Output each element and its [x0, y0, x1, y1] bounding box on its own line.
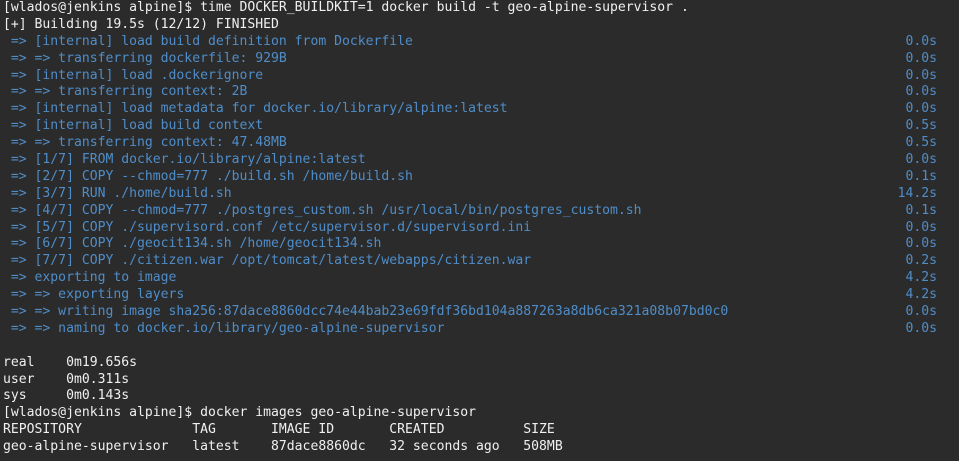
images-table-header: REPOSITORY TAG IMAGE ID CREATED SIZE	[3, 422, 555, 438]
build-step-text: => => exporting layers	[3, 287, 185, 303]
build-step-line: => [2/7] COPY --chmod=777 ./build.sh /ho…	[3, 169, 937, 186]
command-line-docker-build: [wlados@jenkins alpine]$ time DOCKER_BUI…	[3, 0, 689, 15]
build-step-text: => [4/7] COPY --chmod=777 ./postgres_cus…	[3, 202, 642, 218]
build-step-text: => [5/7] COPY ./supervisord.conf /etc/su…	[3, 219, 532, 235]
build-step-text: => => transferring context: 47.48MB	[3, 135, 287, 151]
build-step-time: 0.1s	[905, 202, 937, 218]
terminal-window[interactable]: [wlados@jenkins alpine]$ time DOCKER_BUI…	[0, 0, 959, 461]
build-step-line: => [5/7] COPY ./supervisord.conf /etc/su…	[3, 220, 937, 237]
build-step-text: => [internal] load metadata for docker.i…	[3, 101, 508, 117]
build-step-time: 0.0s	[905, 33, 937, 49]
build-step-line: => => transferring context: 2B 0.0s	[3, 84, 937, 101]
build-step-text: => exporting to image	[3, 270, 177, 286]
build-step-line: => => exporting layers 4.2s	[3, 287, 937, 304]
build-step-line: => [internal] load build definition from…	[3, 34, 937, 51]
build-step-text: => [internal] load .dockerignore	[3, 67, 264, 83]
build-step-line: => exporting to image 4.2s	[3, 270, 937, 287]
build-step-line: => => transferring context: 47.48MB 0.5s	[3, 135, 937, 152]
images-table-row: geo-alpine-supervisor latest 87dace8860d…	[3, 439, 563, 455]
build-step-line: => [7/7] COPY ./citizen.war /opt/tomcat/…	[3, 253, 937, 270]
build-step-time: 14.2s	[897, 185, 937, 201]
build-step-text: => => transferring context: 2B	[3, 84, 248, 100]
build-step-time: 0.5s	[905, 135, 937, 151]
time-sys-line: sys 0m0.143s	[3, 388, 130, 404]
build-step-line: => => naming to docker.io/library/geo-al…	[3, 321, 937, 338]
command-line-docker-images: [wlados@jenkins alpine]$ docker images g…	[3, 405, 476, 421]
build-step-time: 0.5s	[905, 118, 937, 134]
build-step-time: 0.0s	[905, 101, 937, 117]
build-step-time: 0.0s	[905, 320, 937, 336]
build-step-line: => [4/7] COPY --chmod=777 ./postgres_cus…	[3, 203, 937, 220]
build-step-time: 0.0s	[905, 84, 937, 100]
build-step-line: => [6/7] COPY ./geocit134.sh /home/geoci…	[3, 236, 937, 253]
build-step-line: => [3/7] RUN ./home/build.sh 14.2s	[3, 186, 937, 203]
build-step-time: 0.0s	[905, 152, 937, 168]
build-step-line: => [internal] load .dockerignore 0.0s	[3, 68, 937, 85]
build-step-text: => [7/7] COPY ./citizen.war /opt/tomcat/…	[3, 253, 532, 269]
terminal-scrollbar[interactable]	[951, 0, 959, 461]
build-step-line: => => transferring dockerfile: 929B 0.0s	[3, 51, 937, 68]
build-step-text: => [2/7] COPY --chmod=777 ./build.sh /ho…	[3, 168, 413, 184]
build-step-time: 0.0s	[905, 219, 937, 235]
time-user-line: user 0m0.311s	[3, 371, 130, 387]
build-step-time: 0.1s	[905, 168, 937, 184]
build-step-time: 0.2s	[905, 253, 937, 269]
build-step-text: => [6/7] COPY ./geocit134.sh /home/geoci…	[3, 236, 382, 252]
build-step-text: => [internal] load build context	[3, 118, 264, 134]
build-step-time: 4.2s	[905, 287, 937, 303]
build-step-time: 4.2s	[905, 270, 937, 286]
build-step-text: => => transferring dockerfile: 929B	[3, 50, 287, 66]
build-step-line: => [1/7] FROM docker.io/library/alpine:l…	[3, 152, 937, 169]
build-step-text: => => naming to docker.io/library/geo-al…	[3, 320, 445, 336]
build-step-line: => [internal] load build context 0.5s	[3, 118, 937, 135]
build-step-line: => [internal] load metadata for docker.i…	[3, 101, 937, 118]
build-status-line: [+] Building 19.5s (12/12) FINISHED	[3, 16, 279, 32]
build-step-text: => [internal] load build definition from…	[3, 33, 413, 49]
build-step-time: 0.0s	[905, 236, 937, 252]
time-real-line: real 0m19.656s	[3, 354, 138, 370]
build-step-line: => => writing image sha256:87dace8860dcc…	[3, 304, 937, 321]
build-step-time: 0.0s	[905, 67, 937, 83]
build-step-text: => => writing image sha256:87dace8860dcc…	[3, 304, 729, 320]
build-step-time: 0.0s	[905, 50, 937, 66]
build-step-text: => [3/7] RUN ./home/build.sh	[3, 185, 232, 201]
build-step-time: 0.0s	[905, 304, 937, 320]
build-step-text: => [1/7] FROM docker.io/library/alpine:l…	[3, 152, 366, 168]
